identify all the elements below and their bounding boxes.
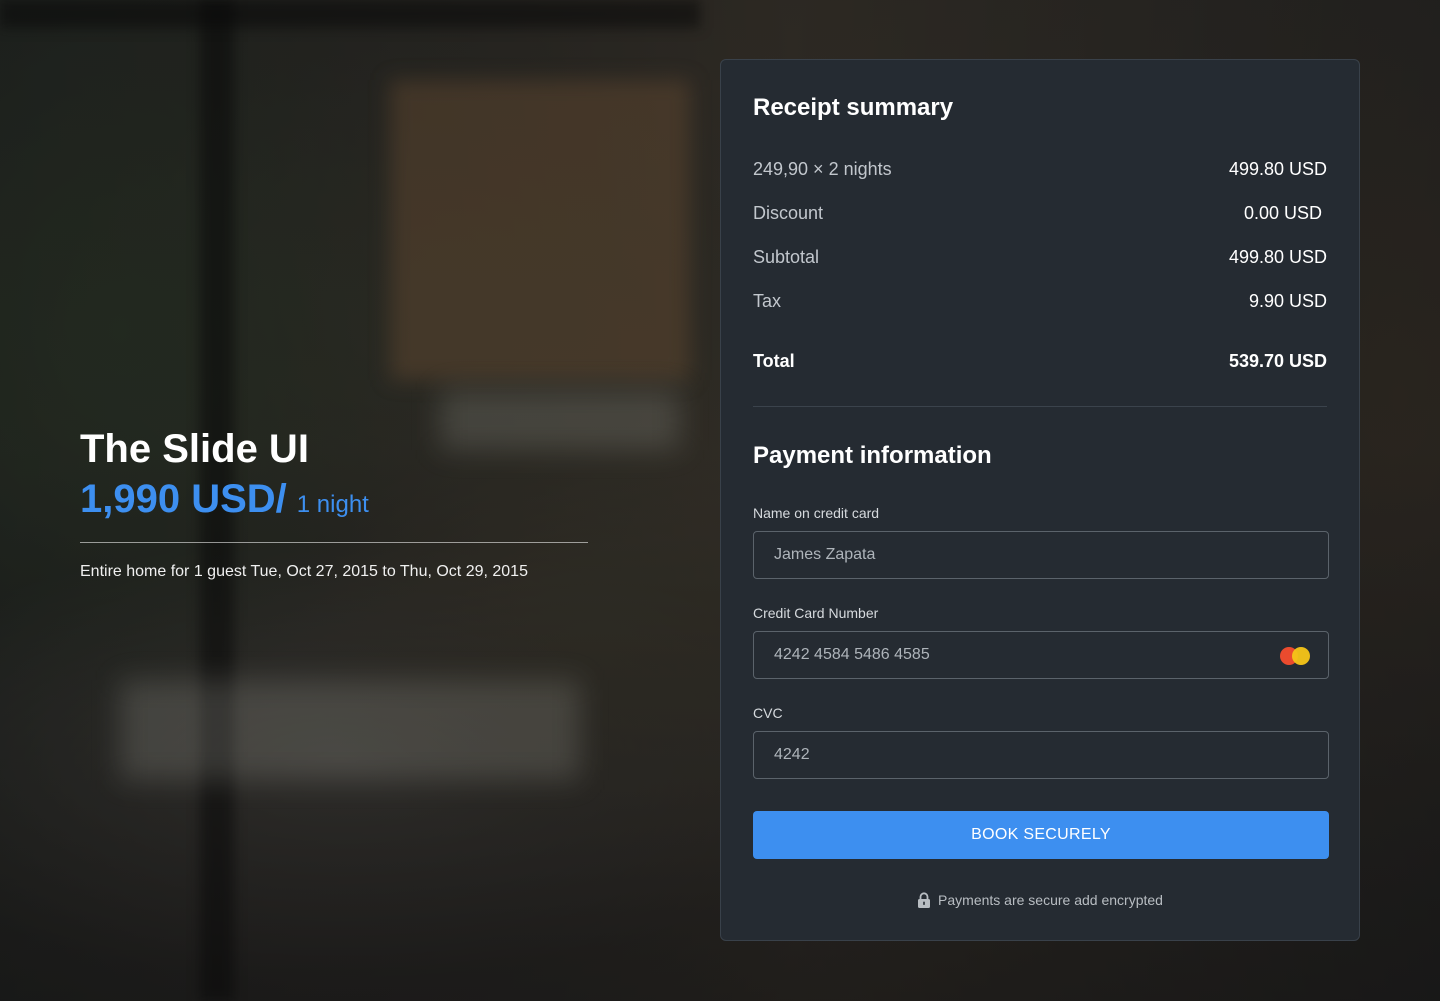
receipt-line: Subtotal 499.80 USD (753, 247, 1327, 268)
cvc-field[interactable]: 4242 (753, 731, 1329, 779)
hero-title: The Slide UI (80, 427, 309, 471)
receipt-line-value: 499.80 USD (1228, 159, 1327, 179)
receipt-total: Total 539.70 USD (753, 351, 1327, 372)
payment-heading: Payment information (753, 442, 992, 469)
secure-note: Payments are secure add encrypted (721, 892, 1359, 908)
total-value: 539.70 USD (1228, 351, 1327, 371)
price-per: 1 night (296, 491, 369, 518)
background-sofa (120, 680, 580, 780)
hero-section: The Slide UI 1,990 USD/ 1 night Entire h… (80, 426, 588, 581)
checkout-card: Receipt summary 249,90 × 2 nights 499.80… (720, 59, 1360, 941)
receipt-line: 249,90 × 2 nights 499.80 USD (753, 159, 1327, 180)
receipt-line-value: 499.80 USD (1228, 247, 1327, 267)
receipt-line-label: 249,90 × 2 nights (753, 159, 892, 179)
hero-divider (80, 542, 588, 543)
receipt-line-label: Discount (753, 203, 824, 223)
background-beam (0, 0, 700, 28)
mastercard-icon (1280, 645, 1312, 667)
cvc-label: CVC (753, 705, 783, 721)
receipt-line-value: 0.00 USD (1243, 203, 1322, 223)
receipt-heading: Receipt summary (753, 94, 954, 121)
name-label: Name on credit card (753, 505, 880, 521)
hero-subtitle: Entire home for 1 guest Tue, Oct 27, 201… (80, 563, 528, 580)
receipt-line: Tax 9.90 USD (753, 291, 1327, 312)
receipt-line-value: 9.90 USD (1248, 291, 1327, 311)
card-number-value: 4242 4584 5486 4585 (774, 646, 930, 663)
cvc-value: 4242 (774, 746, 810, 763)
book-securely-button[interactable]: BOOK SECURELY (753, 811, 1329, 859)
receipt-line-label: Tax (753, 291, 782, 311)
name-field-value: James Zapata (774, 546, 876, 563)
receipt-line: Discount 0.00 USD (753, 203, 1327, 224)
secure-note-text: Payments are secure add encrypted (938, 892, 1163, 908)
name-field[interactable]: James Zapata (753, 531, 1329, 579)
card-number-label: Credit Card Number (753, 605, 879, 621)
section-divider (753, 406, 1327, 407)
price-row: 1,990 USD/ 1 night (80, 476, 588, 522)
price: 1,990 USD/ (80, 477, 287, 521)
lock-icon (918, 892, 931, 908)
receipt-line-label: Subtotal (753, 247, 820, 267)
total-label: Total (753, 351, 795, 371)
card-number-field[interactable]: 4242 4584 5486 4585 (753, 631, 1329, 679)
background-wood (390, 80, 690, 380)
